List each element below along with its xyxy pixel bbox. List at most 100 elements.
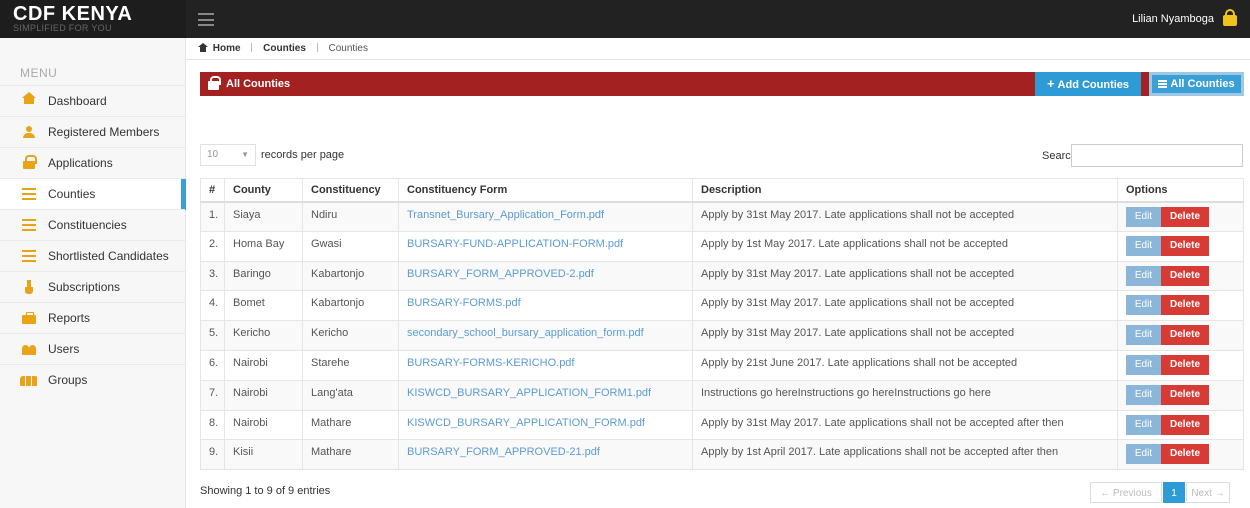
sidebar-item-dashboard[interactable]: Dashboard — [0, 85, 185, 116]
county-cell: Kericho — [224, 320, 303, 351]
constituency-form-link[interactable]: BURSARY_FORM_APPROVED-2.pdf — [398, 261, 693, 292]
brand-title: CDF KENYA — [13, 3, 133, 25]
description-cell: Apply by 21st June 2017. Late applicatio… — [692, 350, 1118, 381]
row-number: 7. — [200, 380, 225, 411]
constituency-cell: Kabartonjo — [302, 290, 399, 322]
table-header-row: # County Constituency Constituency Form … — [200, 178, 1244, 203]
constituency-form-link[interactable]: KISWCD_BURSARY_APPLICATION_FORM.pdf — [398, 410, 693, 441]
table-row: 7. Nairobi Lang'ata KISWCD_BURSARY_APPLICAT… — [200, 380, 1244, 411]
sidebar-item-groups[interactable]: Groups — [0, 364, 185, 395]
page-length-select[interactable]: 10 ▼ — [200, 144, 256, 166]
search-input[interactable] — [1071, 144, 1243, 167]
column-header[interactable]: Constituency Form — [398, 178, 693, 203]
sidebar-item-label: Dashboard — [48, 94, 107, 108]
row-number: 1. — [200, 201, 225, 232]
sidebar-item-label: Shortlisted Candidates — [48, 249, 169, 263]
person-icon — [22, 126, 36, 138]
row-number: 6. — [200, 350, 225, 381]
delete-button[interactable]: Delete — [1161, 295, 1209, 316]
row-number: 8. — [200, 410, 225, 441]
delete-button[interactable]: Delete — [1161, 265, 1209, 286]
sidebar-item-label: Constituencies — [48, 218, 127, 232]
brand-logo[interactable]: CDF KENYA SIMPLIFIED FOR YOU — [0, 0, 186, 38]
constituency-form-link[interactable]: KISWCD_BURSARY_APPLICATION_FORM1.pdf — [398, 380, 693, 411]
next-page-button[interactable]: Next → — [1186, 482, 1230, 503]
edit-button[interactable]: Edit — [1126, 295, 1161, 316]
constituency-cell: Kabartonjo — [302, 261, 399, 292]
options-cell: Edit Delete — [1117, 380, 1244, 411]
constituency-form-link[interactable]: BURSARY-FORMS-KERICHO.pdf — [398, 350, 693, 381]
sidebar-item-label: Counties — [48, 187, 96, 201]
menu-toggle-icon[interactable] — [198, 13, 214, 26]
constituency-form-link[interactable]: secondary_school_bursary_application_for… — [398, 320, 693, 351]
row-number: 9. — [200, 439, 225, 471]
description-cell: Apply by 31st May 2017. Late application… — [692, 261, 1118, 292]
table-row: 4. Bomet Kabartonjo BURSARY-FORMS.pdf Apply … — [200, 290, 1244, 322]
list-icon — [22, 250, 36, 262]
user-name[interactable]: Lilian Nyamboga — [1132, 13, 1214, 25]
breadcrumb-section[interactable]: Counties — [263, 43, 306, 54]
top-navbar: CDF KENYA SIMPLIFIED FOR YOU Lilian Nyam… — [0, 0, 1250, 38]
sidebar-item-label: Groups — [48, 373, 88, 387]
constituency-form-link[interactable]: BURSARY-FUND-APPLICATION-FORM.pdf — [398, 231, 693, 262]
delete-button[interactable]: Delete — [1161, 384, 1209, 405]
delete-button[interactable]: Delete — [1161, 206, 1209, 227]
edit-button[interactable]: Edit — [1126, 206, 1161, 227]
breadcrumb: Home Counties Counties — [186, 38, 1250, 60]
flask-icon — [22, 280, 36, 294]
sidebar-item-registered-members[interactable]: Registered Members — [0, 116, 185, 147]
sidebar-item-reports[interactable]: Reports — [0, 302, 185, 333]
delete-button[interactable]: Delete — [1161, 444, 1209, 465]
chevron-down-icon: ▼ — [241, 150, 249, 159]
options-cell: Edit Delete — [1117, 320, 1244, 351]
sidebar-item-users[interactable]: Users — [0, 333, 185, 364]
delete-button[interactable]: Delete — [1161, 235, 1209, 256]
add-counties-button[interactable]: + Add Counties — [1035, 72, 1141, 96]
column-header[interactable]: Description — [692, 178, 1118, 203]
constituency-cell: Starehe — [302, 350, 399, 381]
breadcrumb-current: Counties — [328, 43, 368, 54]
description-cell: Apply by 31st May 2017. Late application… — [692, 320, 1118, 351]
constituency-form-link[interactable]: BURSARY_FORM_APPROVED-21.pdf — [398, 439, 693, 471]
list-icon — [22, 219, 36, 231]
delete-button[interactable]: Delete — [1161, 325, 1209, 346]
edit-button[interactable]: Edit — [1126, 354, 1161, 375]
table-row: 1. Siaya Ndiru Transnet_Bursary_Application… — [200, 201, 1244, 232]
sidebar-item-label: Users — [48, 342, 80, 356]
options-cell: Edit Delete — [1117, 201, 1244, 232]
sidebar: MENU Dashboard Registered Members Applic… — [0, 38, 186, 508]
plus-icon: + — [1046, 76, 1055, 91]
constituency-form-link[interactable]: BURSARY-FORMS.pdf — [398, 290, 693, 322]
sidebar-item-subscriptions[interactable]: Subscriptions — [0, 271, 185, 302]
lock-icon — [208, 76, 221, 90]
edit-button[interactable]: Edit — [1126, 325, 1161, 346]
county-cell: Kisii — [224, 439, 303, 471]
all-counties-button[interactable]: All Counties — [1149, 72, 1244, 96]
lock-icon[interactable] — [1223, 9, 1237, 26]
column-header[interactable]: Constituency — [302, 178, 399, 203]
menu-title: MENU — [20, 66, 58, 80]
column-header[interactable]: County — [224, 178, 303, 203]
breadcrumb-home[interactable]: Home — [213, 43, 241, 54]
brand-subtitle: SIMPLIFIED FOR YOU — [13, 23, 112, 33]
all-counties-label: All Counties — [1170, 78, 1235, 90]
sidebar-item-constituencies[interactable]: Constituencies — [0, 209, 185, 240]
edit-button[interactable]: Edit — [1126, 414, 1161, 435]
county-cell: Nairobi — [224, 380, 303, 411]
edit-button[interactable]: Edit — [1126, 235, 1161, 256]
sidebar-item-applications[interactable]: Applications — [0, 147, 185, 178]
main-content: All Counties + Add Counties All Counties … — [186, 60, 1250, 508]
delete-button[interactable]: Delete — [1161, 354, 1209, 375]
previous-page-button[interactable]: ← Previous — [1090, 482, 1162, 503]
edit-button[interactable]: Edit — [1126, 384, 1161, 405]
table-row: 5. Kericho Kericho secondary_school_bursary… — [200, 320, 1244, 351]
sidebar-item-counties[interactable]: Counties — [0, 178, 186, 210]
edit-button[interactable]: Edit — [1126, 444, 1161, 465]
delete-button[interactable]: Delete — [1161, 414, 1209, 435]
constituency-form-link[interactable]: Transnet_Bursary_Application_Form.pdf — [398, 201, 693, 232]
page-number-button[interactable]: 1 — [1163, 482, 1185, 503]
column-header[interactable]: # — [200, 178, 225, 203]
sidebar-item-shortlisted-candidates[interactable]: Shortlisted Candidates — [0, 240, 185, 271]
edit-button[interactable]: Edit — [1126, 265, 1161, 286]
table-info: Showing 1 to 9 of 9 entries — [200, 485, 331, 497]
